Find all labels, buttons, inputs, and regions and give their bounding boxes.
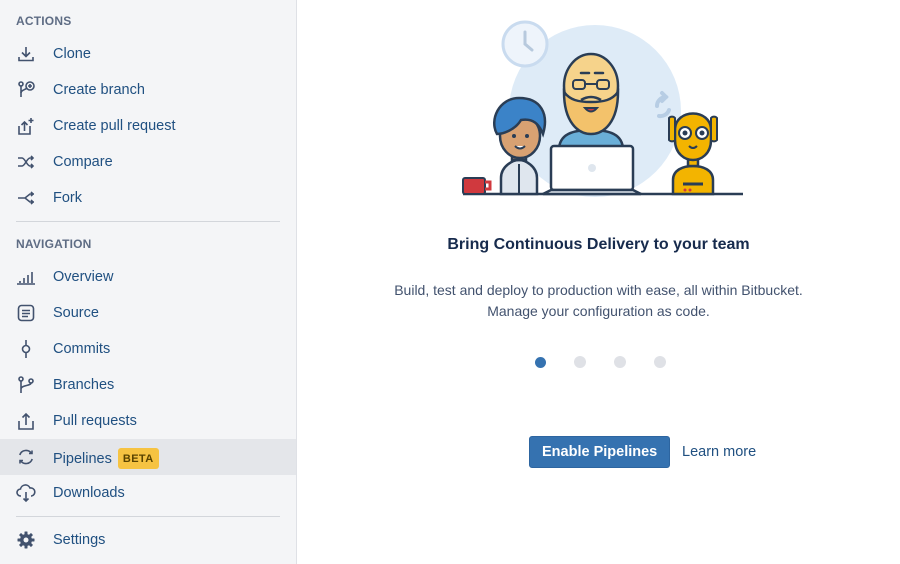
pipelines-icon	[16, 447, 36, 467]
carousel-indicator	[535, 356, 675, 370]
sidebar-item-fork[interactable]: Fork	[0, 180, 296, 216]
sidebar-item-label: Overview	[53, 269, 114, 285]
carousel-dot[interactable]	[574, 356, 586, 368]
sidebar-item-clone[interactable]: Clone	[0, 36, 296, 72]
sidebar-item-pipelines[interactable]: Pipelines BETA	[0, 439, 296, 475]
carousel-dot[interactable]	[614, 356, 626, 368]
sidebar-item-label: Create pull request	[53, 118, 176, 134]
sidebar-item-label: Settings	[53, 532, 106, 548]
team-illustration	[462, 20, 743, 197]
compare-icon	[16, 152, 36, 172]
create-pull-request-icon	[16, 116, 36, 136]
description-line-2: Manage your configuration as code.	[487, 303, 710, 319]
page-description: Build, test and deploy to production wit…	[357, 280, 840, 322]
coffee-mug-icon	[462, 177, 492, 195]
sidebar-item-compare[interactable]: Compare	[0, 144, 296, 180]
sidebar-item-commits[interactable]: Commits	[0, 331, 296, 367]
laptop-icon	[542, 144, 642, 196]
downloads-cloud-icon	[16, 483, 36, 503]
sidebar-item-label: Compare	[53, 154, 113, 170]
sidebar-item-overview[interactable]: Overview	[0, 259, 296, 295]
source-icon	[16, 303, 36, 323]
sidebar-divider	[16, 221, 280, 222]
sidebar-item-create-pull-request[interactable]: Create pull request	[0, 108, 296, 144]
navigation-section-title: NAVIGATION	[16, 237, 92, 251]
sidebar-item-source[interactable]: Source	[0, 295, 296, 331]
sidebar-item-label: Create branch	[53, 82, 145, 98]
app: ACTIONS Clone Create branch Create pull …	[0, 0, 900, 564]
enable-pipelines-button[interactable]: Enable Pipelines	[529, 436, 671, 468]
description-line-1: Build, test and deploy to production wit…	[394, 282, 803, 298]
overview-icon	[16, 267, 36, 287]
actions-section-title: ACTIONS	[16, 14, 72, 28]
sidebar-item-label: Source	[53, 305, 99, 321]
download-icon	[16, 44, 36, 64]
sidebar-item-label: Downloads	[53, 485, 125, 501]
developer-left-figure	[493, 96, 547, 196]
clock-icon	[501, 20, 549, 68]
create-branch-icon	[16, 80, 36, 100]
pull-requests-icon	[16, 411, 36, 431]
learn-more-link[interactable]: Learn more	[682, 444, 756, 460]
sidebar-item-pull-requests[interactable]: Pull requests	[0, 403, 296, 439]
sidebar-item-label: Clone	[53, 46, 91, 62]
carousel-dot[interactable]	[654, 356, 666, 368]
fork-icon	[16, 188, 36, 208]
carousel-dot[interactable]	[535, 357, 546, 368]
sidebar-item-label: Pull requests	[53, 413, 137, 429]
sidebar-item-label: Fork	[53, 190, 82, 206]
page-headline: Bring Continuous Delivery to your team	[447, 236, 750, 253]
sidebar-item-label: Pipelines BETA	[53, 448, 159, 469]
commits-icon	[16, 339, 36, 359]
main-content: Bring Continuous Delivery to your team B…	[297, 0, 900, 564]
sidebar-item-label: Commits	[53, 341, 111, 357]
robot-figure	[668, 112, 718, 196]
sidebar-item-settings[interactable]: Settings	[0, 522, 296, 558]
sidebar-item-branches[interactable]: Branches	[0, 367, 296, 403]
pipelines-label: Pipelines	[53, 451, 112, 467]
sidebar-item-create-branch[interactable]: Create branch	[0, 72, 296, 108]
gear-icon	[16, 530, 36, 550]
branches-icon	[16, 375, 36, 395]
sidebar-item-label: Branches	[53, 377, 115, 393]
sidebar-divider	[16, 516, 280, 517]
beta-badge: BETA	[117, 448, 159, 469]
sidebar: ACTIONS Clone Create branch Create pull …	[0, 0, 297, 564]
sidebar-item-downloads[interactable]: Downloads	[0, 475, 296, 511]
